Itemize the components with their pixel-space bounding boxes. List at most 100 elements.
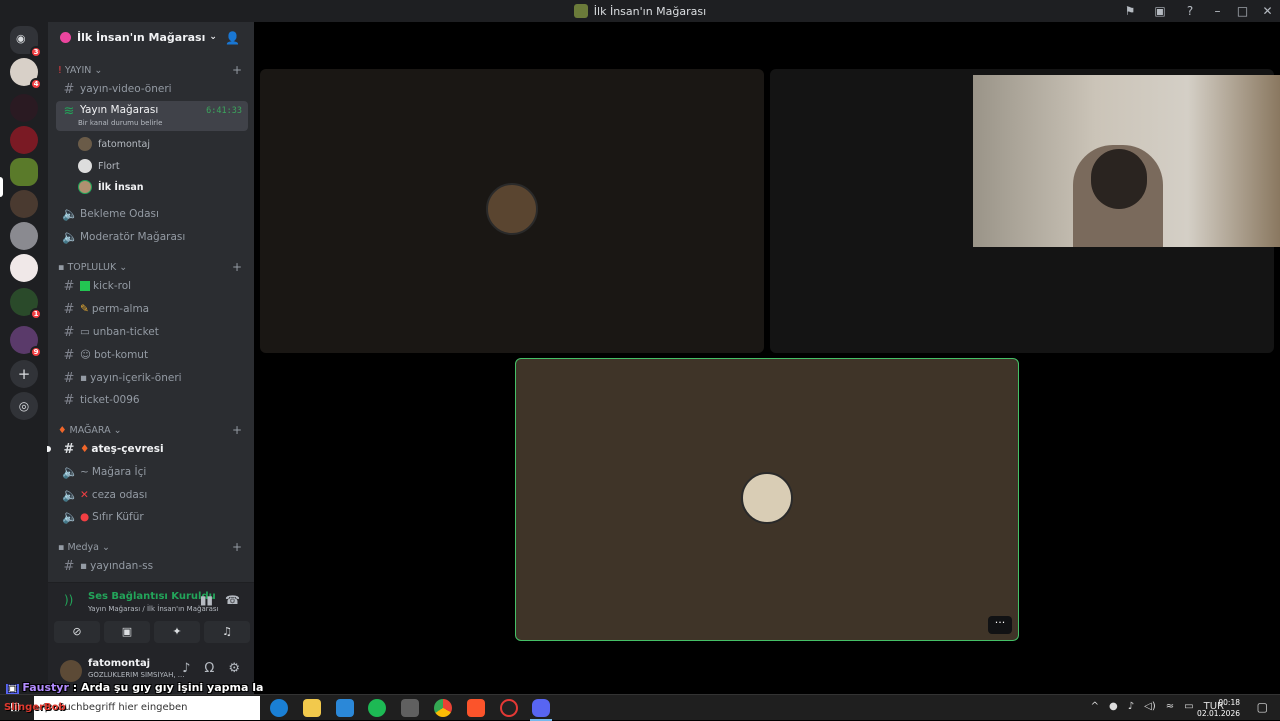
store-icon[interactable] [336,699,354,717]
headphones-icon[interactable]: Ω [204,661,214,676]
voice-activity-icon: ≋ [63,104,75,119]
mention-badge: 3 [30,46,42,58]
discord-taskbar-icon[interactable] [532,699,550,717]
disconnect-icon[interactable]: ☎ [225,593,240,607]
app-tray-icon[interactable]: ● [1109,701,1118,712]
add-channel-icon[interactable]: + [232,260,242,274]
window-title-text: İlk İnsan'ın Mağarası [593,4,707,18]
server-icon[interactable]: 9 [10,326,42,358]
voice-channel-bekleme[interactable]: 🔈 Bekleme Odası [56,203,248,225]
channel-yayin-icerik-oneri[interactable]: # ▪ yayın-içerik-öneri [56,367,248,389]
category-magara[interactable]: ♦ MAĞARA ⌄ [58,425,122,436]
voice-channel-sifir-kufur[interactable]: 🔈 ● Sıfır Küfür [56,506,248,528]
add-server-icon[interactable]: + [10,360,38,388]
category-label: Medya [67,542,99,553]
channel-yayin-video-oneri[interactable]: # yayın-video-öneri [56,78,248,100]
server-icon[interactable]: 4 [10,58,42,90]
search-placeholder: Suchbegriff hier eingeben [58,702,188,713]
noise-suppression-icon[interactable]: ▮▮ [200,593,213,607]
video-tile[interactable] [260,69,764,353]
chevron-up-icon[interactable]: ^ [1091,701,1099,712]
clock[interactable]: 00:18 02.01.2026 [1197,697,1240,719]
edge-icon[interactable] [270,699,288,717]
voice-channel-moderator[interactable]: 🔈 Moderatör Mağarası [56,226,248,248]
close-button[interactable]: ✕ [1255,4,1280,18]
voice-user[interactable]: fatomontaj [78,134,150,154]
inbox-icon[interactable]: ⚑ [1115,4,1145,18]
brave-icon[interactable] [467,699,485,717]
channel-sidebar: İlk İnsan'ın Mağarası ⌄ 👤 ! YAYIN ⌄ + # … [47,22,254,694]
voice-channel-yayin-magarasi[interactable]: ≋ Yayın Mağarası 6:41:33 Bir kanal durum… [56,101,248,131]
category-label: YAYIN [64,65,92,76]
activities-button[interactable]: ✦ [154,621,200,643]
voice-user[interactable]: Flort [78,156,120,176]
live-timer: 6:41:33 [206,106,242,116]
maximize-button[interactable]: □ [1230,4,1255,18]
channel-label: ateş-çevresi [91,443,164,455]
chrome-icon[interactable] [434,699,452,717]
add-channel-icon[interactable]: + [232,540,242,554]
server-rail: ◉ 3 4 1 9 + ◎ [0,22,48,694]
add-channel-icon[interactable]: + [232,63,242,77]
category-topluluk[interactable]: ▪ TOPLULUK ⌄ [58,262,127,273]
channel-ates-cevresi[interactable]: # ♦ ateş-çevresi [56,438,248,460]
category-medya[interactable]: ▪ Medya ⌄ [58,542,110,553]
home-button[interactable]: ◉ 3 [10,26,42,58]
voice-channel-magara-ici[interactable]: 🔈 ~ Mağara İçi [56,461,248,483]
calculator-icon[interactable] [401,699,419,717]
voice-status[interactable]: Ses Bağlantısı Kuruldu [88,591,216,602]
channel-bot-komut[interactable]: # ☺ bot-komut [56,344,248,366]
server-icon[interactable] [10,254,38,282]
camera-off-button[interactable]: ⊘ [54,621,100,643]
soundboard-button[interactable]: ♫ [204,621,250,643]
discover-icon[interactable]: ◎ [10,392,38,420]
invite-icon[interactable]: 👤 [225,31,240,45]
voice-channel-ceza-odasi[interactable]: 🔈 ✕ ceza odası [56,484,248,506]
server-name: İlk İnsan'ın Mağarası [77,30,206,44]
mention-badge: 1 [30,308,42,320]
channel-label: Sıfır Küfür [92,511,144,523]
wifi-icon[interactable]: ≈ [1166,701,1174,712]
spotify-icon[interactable] [368,699,386,717]
obs-icon[interactable] [500,699,518,717]
file-explorer-icon[interactable] [303,699,321,717]
search-input[interactable]: ⚲ Suchbegriff hier eingeben [34,696,260,720]
screen-share-icon[interactable]: ▣ [1145,4,1175,18]
avatar[interactable] [60,660,82,682]
webcam-video[interactable] [973,75,1280,247]
more-options-button[interactable]: ··· [988,616,1012,634]
notification-icon[interactable]: ▢ [1257,700,1268,714]
server-header[interactable]: İlk İnsan'ın Mağarası ⌄ 👤 [48,22,254,52]
channel-status[interactable]: Bir kanal durumu belirle [78,119,162,127]
help-icon[interactable]: ? [1175,4,1205,18]
server-icon [573,4,588,18]
server-icon[interactable] [10,94,38,122]
volume-icon[interactable]: ◁) [1144,701,1156,712]
camera-icon: ▪ [80,372,88,384]
add-channel-icon[interactable]: + [232,423,242,437]
gear-icon[interactable]: ⚙ [228,661,240,676]
video-tile[interactable] [770,69,1280,353]
minimize-button[interactable]: – [1205,4,1230,18]
channel-perm-alma[interactable]: # ✎ perm-alma [56,298,248,320]
server-icon[interactable] [10,190,38,218]
channel-ticket[interactable]: # ticket-0096 [56,389,248,411]
server-icon[interactable]: 1 [10,288,42,320]
channel-unban-ticket[interactable]: # ▭ unban-ticket [56,321,248,343]
video-tile-speaking[interactable]: ··· [515,358,1019,641]
voice-user-self[interactable]: İlk İnsan [78,177,144,197]
hash-icon: # [63,558,75,574]
battery-icon[interactable]: ▭ [1184,701,1193,712]
category-yayin[interactable]: ! YAYIN ⌄ [58,65,102,76]
server-icon-active[interactable] [10,158,38,186]
microphone-icon[interactable]: ♪ [182,661,190,676]
mic-tray-icon[interactable]: ♪ [1128,701,1134,712]
avatar [486,183,538,235]
user-name[interactable]: fatomontaj [88,658,150,669]
screen-share-button[interactable]: ▣ [104,621,150,643]
server-icon[interactable] [10,126,38,154]
channel-yayindan-ss[interactable]: # ▪ yayından-ss [56,555,248,577]
channel-kick-rol[interactable]: # kick-rol [56,275,248,297]
signal-icon[interactable]: )) [64,593,73,607]
server-icon[interactable] [10,222,38,250]
